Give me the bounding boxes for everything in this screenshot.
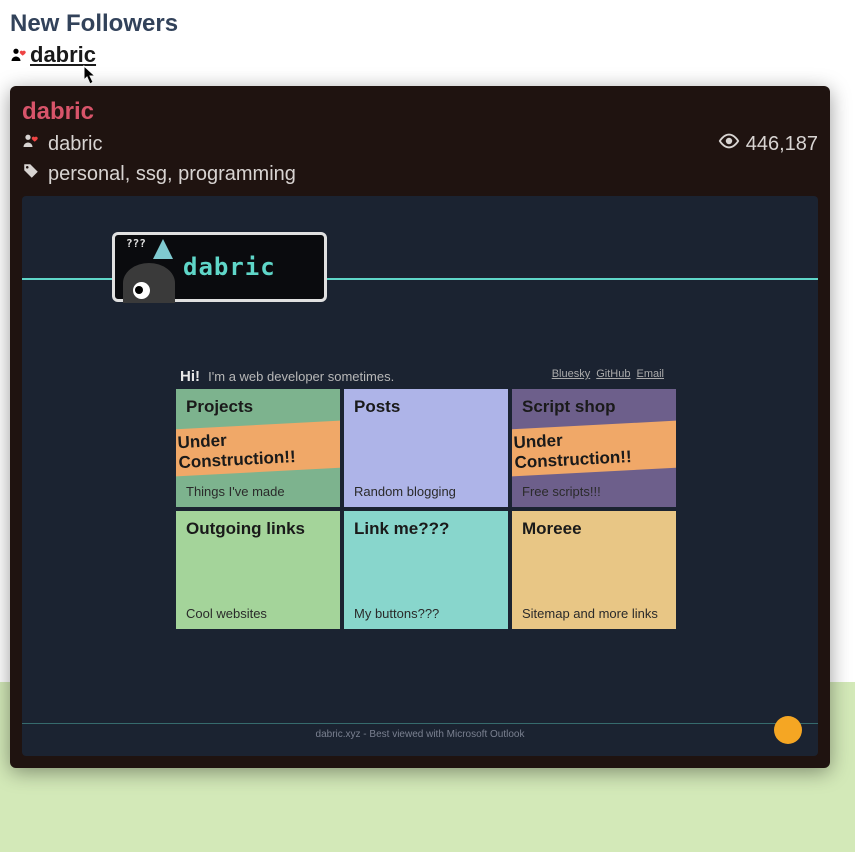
card-sub: Things I've made [186, 484, 330, 499]
tag-icon [22, 162, 40, 186]
card-grid: Projects Under Construction!! Things I'v… [176, 389, 676, 629]
profile-popup: dabric dabric 446,187 personal, ssg, pro… [10, 86, 830, 768]
greeting-tagline: I'm a web developer sometimes. [208, 369, 394, 384]
card-more[interactable]: Moreee Sitemap and more links [512, 511, 676, 629]
card-sub: Random blogging [354, 484, 498, 499]
follower-name: dabric [30, 42, 96, 68]
card-title: Link me??? [354, 519, 498, 539]
preview-footer-divider [22, 723, 818, 724]
follower-link[interactable]: dabric [10, 42, 96, 68]
card-sub: Cool websites [186, 606, 330, 621]
preview-footer-text: dabric.xyz - Best viewed with Microsoft … [22, 729, 818, 740]
under-construction-banner: Under Construction!! [176, 420, 340, 477]
scroll-indicator-icon[interactable] [774, 716, 802, 744]
eye-icon [718, 130, 740, 158]
site-badge: ??? dabric [112, 232, 327, 302]
popup-username-row: dabric [22, 132, 102, 156]
under-construction-banner: Under Construction!! [512, 420, 676, 477]
card-title: Script shop [522, 397, 666, 417]
card-title: Posts [354, 397, 498, 417]
popup-tags-row: personal, ssg, programming [22, 162, 818, 186]
card-script-shop[interactable]: Script shop Under Construction!! Free sc… [512, 389, 676, 507]
person-heart-icon [10, 46, 28, 64]
new-followers-section: New Followers dabric [0, 0, 855, 74]
person-heart-icon [22, 132, 40, 156]
popup-views: 446,187 [718, 130, 818, 158]
card-sub: Free scripts!!! [522, 484, 666, 499]
card-title: Moreee [522, 519, 666, 539]
card-outgoing-links[interactable]: Outgoing links Cool websites [176, 511, 340, 629]
link-github[interactable]: GitHub [596, 368, 630, 380]
card-title: Projects [186, 397, 330, 417]
link-bluesky[interactable]: Bluesky [552, 368, 591, 380]
greeting-row: Hi! I'm a web developer sometimes. [180, 368, 394, 385]
card-title: Outgoing links [186, 519, 330, 539]
view-count: 446,187 [746, 133, 818, 156]
link-email[interactable]: Email [636, 368, 664, 380]
site-preview[interactable]: ??? dabric Hi! I'm a web developer somet… [22, 196, 818, 756]
card-projects[interactable]: Projects Under Construction!! Things I'v… [176, 389, 340, 507]
card-link-me[interactable]: Link me??? My buttons??? [344, 511, 508, 629]
avatar-icon: ??? [123, 241, 175, 293]
social-links: Bluesky GitHub Email [552, 368, 664, 380]
card-posts[interactable]: Posts Random blogging [344, 389, 508, 507]
popup-tags-text: personal, ssg, programming [48, 163, 296, 186]
popup-username[interactable]: dabric [48, 133, 102, 156]
site-badge-name: dabric [183, 253, 276, 281]
card-sub: Sitemap and more links [522, 606, 666, 621]
section-title: New Followers [10, 10, 845, 38]
greeting-hi: Hi! [180, 368, 200, 385]
card-sub: My buttons??? [354, 606, 498, 621]
popup-site-title[interactable]: dabric [22, 98, 818, 126]
